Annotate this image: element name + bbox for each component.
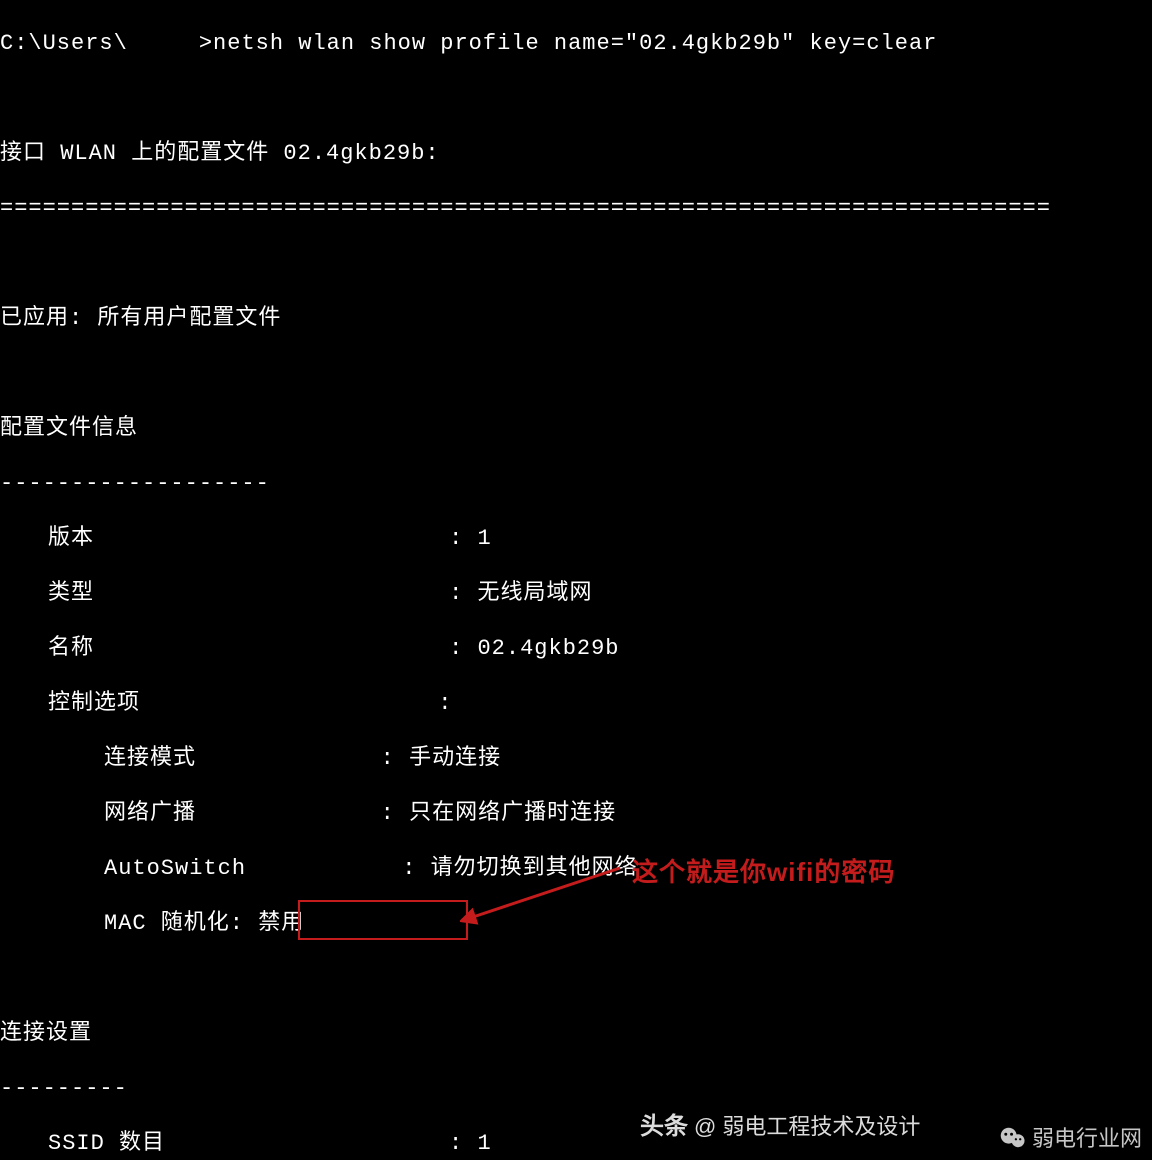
annotation-text: 这个就是你wifi的密码 bbox=[632, 856, 895, 889]
kv-row: 连接模式 : 手动连接 bbox=[0, 745, 1152, 773]
kv-row: 名称 : 02.4gkb29b bbox=[0, 635, 1152, 663]
kv-row: SSID 数目 : 1 bbox=[0, 1130, 1152, 1158]
section-dash: --------- bbox=[0, 1075, 1152, 1103]
watermark-toutiao: 头条 @ 弱电工程技术及设计 bbox=[640, 1112, 920, 1142]
watermark-brand: 头条 bbox=[640, 1112, 688, 1142]
kv-row: AutoSwitch : 请勿切换到其他网络 bbox=[0, 855, 1152, 883]
prompt-path: C:\Users\ bbox=[0, 31, 128, 56]
interface-line: 接口 WLAN 上的配置文件 02.4gkb29b: bbox=[0, 140, 1152, 168]
kv-row: 类型 : 无线局域网 bbox=[0, 580, 1152, 608]
terminal-output: C:\Users\ >netsh wlan show profile name=… bbox=[0, 0, 1152, 1160]
watermark-at: @ bbox=[694, 1113, 716, 1141]
prompt-user-redacted bbox=[128, 30, 199, 58]
kv-row: MAC 随机化: 禁用 bbox=[0, 910, 1152, 938]
section-profile-info: 配置文件信息 bbox=[0, 415, 1152, 443]
prompt-command[interactable]: netsh wlan show profile name="02.4gkb29b… bbox=[213, 31, 937, 56]
kv-row: 网络广播 : 只在网络广播时连接 bbox=[0, 800, 1152, 828]
kv-row: 控制选项 : bbox=[0, 690, 1152, 718]
separator-line: ========================================… bbox=[0, 195, 1152, 223]
prompt-gt: > bbox=[199, 31, 213, 56]
section-dash: ------------------- bbox=[0, 470, 1152, 498]
prompt-line: C:\Users\ >netsh wlan show profile name=… bbox=[0, 30, 1152, 58]
section-conn: 连接设置 bbox=[0, 1020, 1152, 1048]
watermark-wechat: 弱电行业网 bbox=[1000, 1125, 1142, 1153]
watermark-right-name: 弱电行业网 bbox=[1032, 1125, 1142, 1153]
wechat-icon bbox=[1000, 1127, 1026, 1149]
applied-line: 已应用: 所有用户配置文件 bbox=[0, 305, 1152, 333]
kv-row: 版本 : 1 bbox=[0, 525, 1152, 553]
watermark-left-name: 弱电工程技术及设计 bbox=[722, 1113, 920, 1141]
